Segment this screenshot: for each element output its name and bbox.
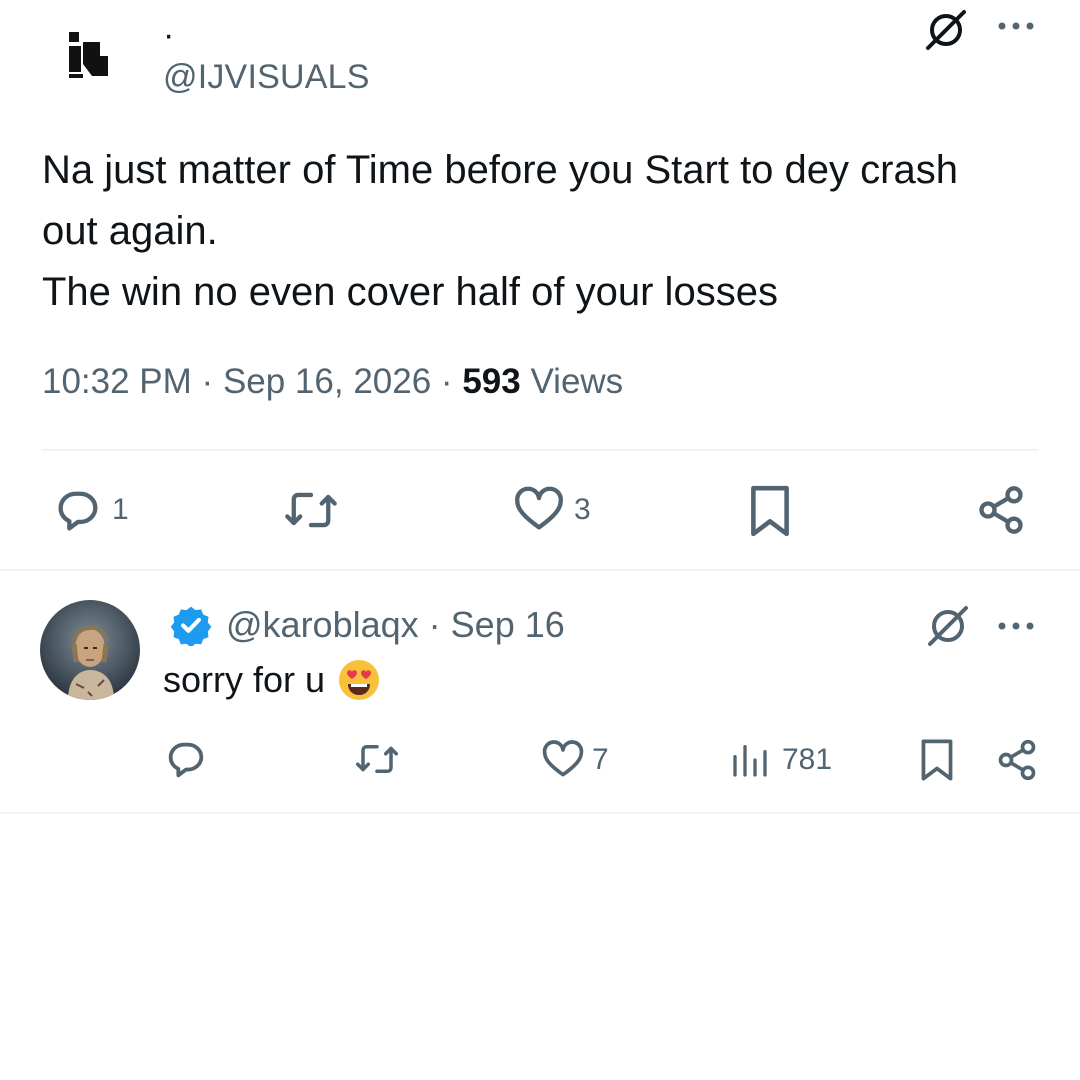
reply-count: 1	[112, 493, 129, 526]
divider	[0, 569, 1080, 571]
author-handle[interactable]: @IJVISUALS	[163, 58, 370, 97]
verified-badge-icon	[170, 604, 212, 648]
bookmark-button[interactable]	[745, 484, 795, 538]
heart-eyes-emoji	[337, 658, 381, 702]
author-avatar[interactable]	[50, 12, 126, 102]
share-button[interactable]	[975, 484, 1027, 536]
reply-like-count: 7	[592, 743, 609, 776]
divider	[0, 812, 1080, 814]
meta-separator: ·	[201, 362, 223, 401]
share-icon	[998, 739, 1036, 781]
reply-reply-button[interactable]	[163, 736, 209, 782]
reply-share-button[interactable]	[995, 738, 1039, 782]
repost-icon	[285, 492, 337, 528]
reply-repost-button[interactable]	[354, 738, 400, 780]
reply-date[interactable]: Sep 16	[451, 604, 565, 645]
reply-views-count: 781	[782, 743, 833, 776]
views-count: 593	[462, 362, 521, 401]
post-text-line: Na just matter of Time before you Start …	[42, 148, 958, 192]
reply-text: sorry for u	[163, 658, 381, 702]
post-meta: 10:32 PM · Sep 16, 2026 · 593 Views	[42, 362, 623, 402]
reply-button[interactable]: 1	[52, 484, 129, 536]
reply-author-avatar[interactable]	[40, 600, 140, 700]
ij-logo	[69, 32, 108, 78]
post-date[interactable]: Sep 16, 2026	[223, 362, 431, 401]
post-text: Na just matter of Time before you Start …	[42, 140, 1052, 323]
post-text-line: The win no even cover half of your losse…	[42, 270, 778, 314]
reply-bookmark-button[interactable]	[916, 738, 958, 782]
reply-meta: @karoblaqx · Sep 16	[226, 604, 565, 646]
speech-bubble-icon	[58, 491, 98, 531]
meta-separator: ·	[428, 604, 451, 645]
reply-views-button[interactable]: 781	[730, 740, 832, 780]
post-time[interactable]: 10:32 PM	[42, 362, 192, 401]
speech-bubble-icon	[168, 742, 204, 778]
repost-icon	[356, 745, 398, 773]
bookmark-icon	[751, 485, 789, 537]
reply-text-content: sorry for u	[163, 659, 326, 700]
like-count: 3	[574, 493, 591, 526]
grok-icon[interactable]	[924, 602, 972, 650]
repost-button[interactable]	[283, 484, 339, 536]
post-text-line: out again.	[42, 209, 218, 253]
heart-icon	[515, 486, 563, 530]
reply-handle[interactable]: @karoblaqx	[226, 604, 419, 645]
more-options-icon[interactable]	[995, 10, 1037, 42]
more-options-icon[interactable]	[995, 610, 1037, 642]
views-label: Views	[530, 362, 624, 401]
meta-separator: ·	[440, 362, 463, 401]
avatar-image	[40, 600, 140, 700]
bar-chart-icon	[733, 745, 767, 777]
reply-like-button[interactable]: 7	[540, 738, 609, 782]
like-button[interactable]: 3	[512, 484, 591, 536]
author-display-name[interactable]: ·	[163, 18, 174, 52]
share-icon	[979, 486, 1023, 534]
bookmark-icon	[921, 739, 953, 781]
grok-icon[interactable]	[922, 6, 970, 54]
divider	[42, 449, 1038, 451]
heart-icon	[542, 740, 584, 777]
